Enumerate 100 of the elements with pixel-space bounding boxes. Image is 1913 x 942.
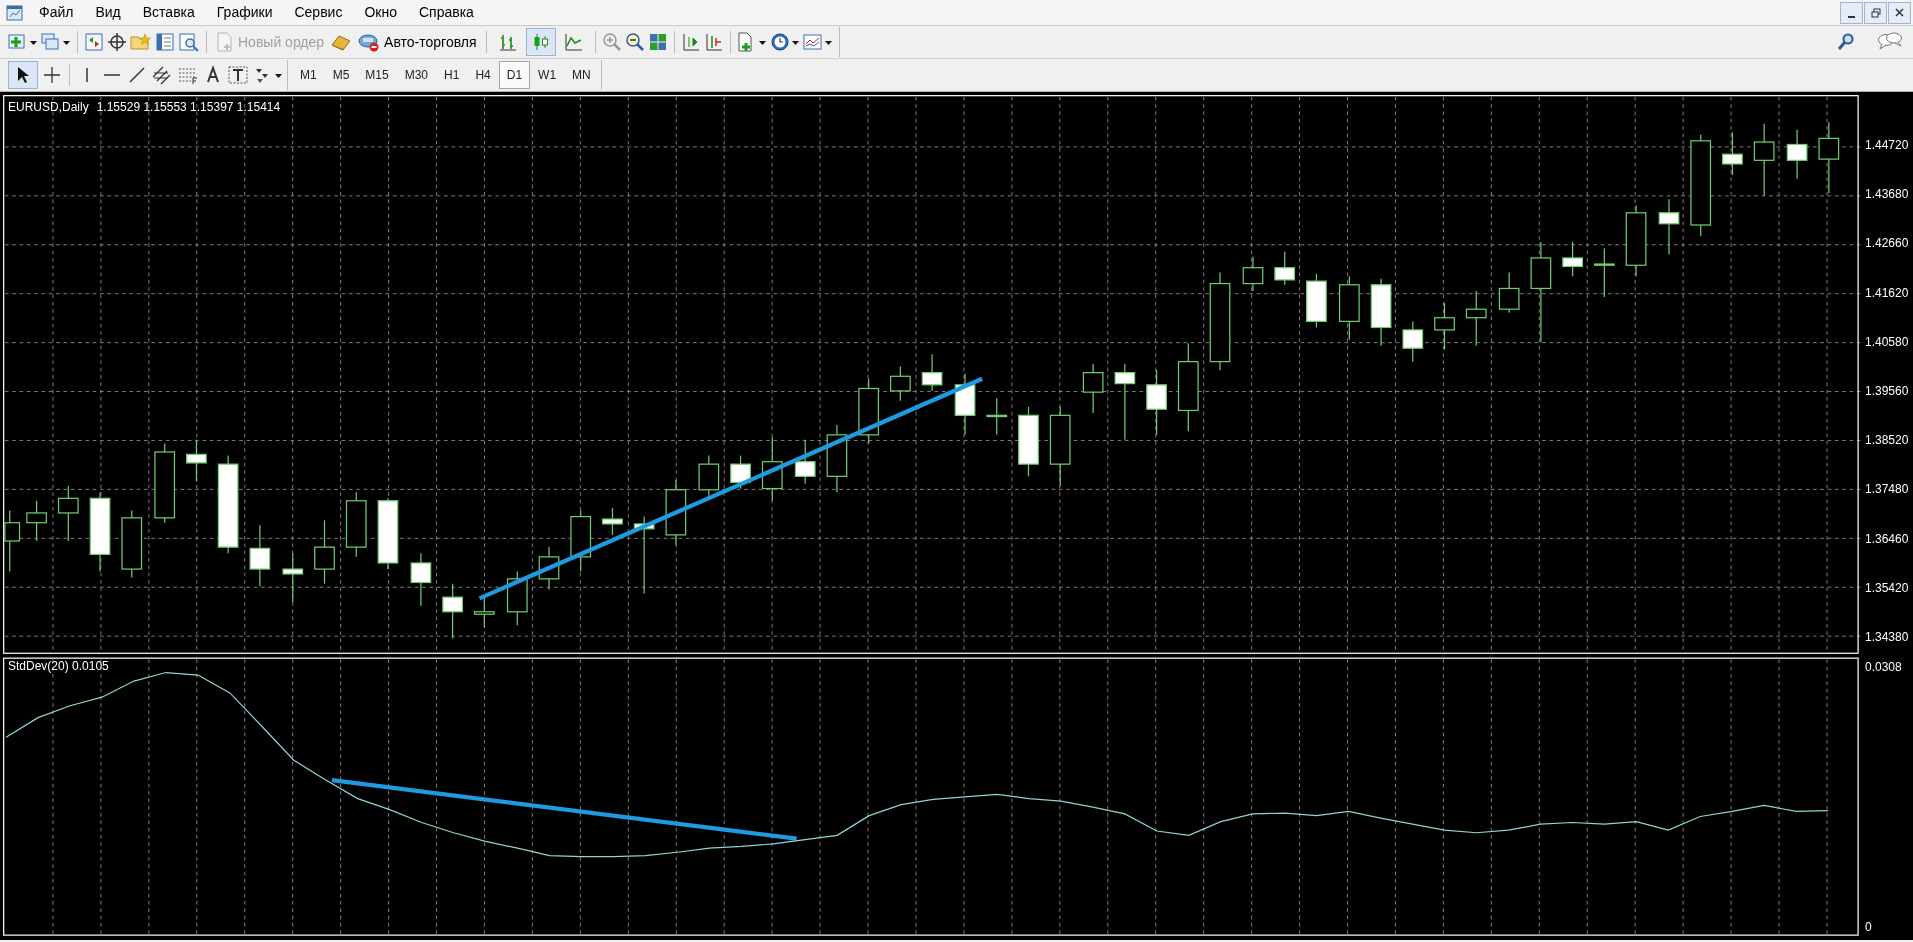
- candlestick: [314, 519, 335, 585]
- restore-button[interactable]: [1864, 1, 1887, 24]
- candlestick: [826, 424, 848, 493]
- candlestick: [1018, 406, 1039, 477]
- price-axis-label: 1.44720: [1865, 138, 1909, 152]
- price-axis-label: 1.37480: [1865, 482, 1909, 497]
- candlestick: [1146, 369, 1167, 436]
- menu-item[interactable]: Вид: [86, 0, 130, 25]
- auto-trading-button[interactable]: Авто-торговля: [355, 29, 480, 55]
- candlestick: [1274, 251, 1296, 286]
- crosshair-tool-icon[interactable]: [42, 65, 62, 85]
- candlestick: [1593, 247, 1615, 298]
- channel-icon[interactable]: [151, 65, 173, 85]
- candlestick: [1434, 302, 1455, 351]
- timeframe-button[interactable]: H4: [467, 61, 499, 89]
- templates-icon[interactable]: [802, 32, 833, 52]
- candlestick: [442, 583, 463, 640]
- price-axis-label: 1.39560: [1865, 383, 1909, 398]
- auto-scroll-icon[interactable]: [703, 32, 724, 52]
- price-axis-label: 1.35420: [1865, 580, 1909, 595]
- cursor-icon[interactable]: [15, 65, 31, 85]
- price-axis-label: 1.43680: [1865, 187, 1909, 202]
- bar-chart-icon: [497, 32, 518, 52]
- menu-item[interactable]: Вставка: [133, 0, 204, 25]
- market-watch-icon[interactable]: [84, 32, 104, 52]
- price-axis-label: 1.36460: [1865, 531, 1909, 546]
- candlestick: [121, 509, 143, 579]
- chat-icon[interactable]: [1877, 32, 1903, 52]
- menu-item[interactable]: Сервис: [285, 0, 352, 25]
- ohlc-values: 1.15529 1.15553 1.15397 1.15414: [96, 99, 281, 116]
- clock-icon[interactable]: [769, 32, 800, 52]
- candlestick: [1562, 241, 1583, 277]
- timeframe-button[interactable]: M1: [292, 61, 325, 89]
- chart-shift-icon[interactable]: [680, 32, 701, 52]
- candlestick: [1786, 129, 1808, 180]
- timeframe-button[interactable]: M5: [324, 61, 358, 89]
- chart-symbol-label: EURUSD,Daily: [8, 99, 89, 116]
- close-icon: [1895, 8, 1904, 17]
- candlestick: [794, 439, 816, 485]
- menu-item[interactable]: Графики: [207, 0, 282, 25]
- price-axis-label: 1.42660: [1865, 236, 1909, 251]
- indicator-axis-label: 0.0308: [1865, 659, 1902, 674]
- trend-line[interactable]: [331, 778, 797, 841]
- candlestick: [282, 552, 304, 603]
- menu-item[interactable]: Файл: [30, 0, 83, 25]
- menu-item[interactable]: Справка: [409, 0, 483, 25]
- price-axis-label: 1.41620: [1865, 285, 1909, 300]
- close-button[interactable]: [1888, 1, 1911, 24]
- candlestick: [1306, 273, 1327, 329]
- price-axis-label: 1.40580: [1865, 334, 1909, 349]
- candlestick: [954, 373, 976, 436]
- candlestick: [4, 509, 21, 573]
- folder-star-icon[interactable]: [130, 32, 152, 52]
- add-chart-icon[interactable]: [8, 32, 38, 52]
- tile-windows-icon[interactable]: [647, 32, 668, 52]
- candlestick: [1402, 320, 1424, 363]
- candlestick: [921, 353, 943, 392]
- timeframe-button[interactable]: MN: [564, 61, 599, 89]
- candlestick: [665, 479, 687, 546]
- document-plus-icon: [216, 32, 234, 52]
- timeframe-button[interactable]: M15: [357, 61, 397, 89]
- zoom-out-icon[interactable]: [624, 32, 645, 52]
- price-axis-label: 1.34380: [1865, 629, 1909, 644]
- indicator-axis-label: 0: [1865, 920, 1872, 934]
- trend-line[interactable]: [478, 376, 983, 601]
- candlestick: [570, 509, 592, 573]
- windows-icon[interactable]: [41, 32, 71, 52]
- candlestick: [986, 397, 1008, 436]
- restore-icon: [1870, 7, 1881, 18]
- candlestick: [186, 439, 207, 482]
- candlestick: [1370, 278, 1392, 347]
- text-label-icon[interactable]: [227, 65, 249, 85]
- line-chart-icon: [563, 32, 584, 52]
- minimize-button[interactable]: [1840, 1, 1863, 24]
- candlestick: [1722, 131, 1743, 176]
- chart-type-button[interactable]: [525, 28, 556, 56]
- candlestick: [1082, 363, 1104, 414]
- tester-icon[interactable]: [178, 32, 200, 52]
- candlestick: [345, 491, 367, 558]
- candlestick: [890, 365, 911, 402]
- candlestick: [1658, 198, 1680, 255]
- price-axis-label: 1.38520: [1865, 433, 1909, 448]
- trend-line-icon[interactable]: [127, 65, 147, 85]
- candlestick: [538, 546, 560, 591]
- candlestick: [1465, 290, 1487, 347]
- candlestick: [249, 524, 271, 587]
- candlestick: [26, 500, 47, 542]
- indicators-icon[interactable]: [736, 32, 767, 52]
- timeframe-button[interactable]: M30: [396, 61, 437, 89]
- terminal-icon[interactable]: [155, 32, 175, 52]
- robot-icon: [358, 32, 381, 52]
- indicator-label: StdDev(20) 0.0105: [8, 658, 109, 675]
- candlestick: [57, 485, 79, 542]
- search-icon[interactable]: [1837, 33, 1855, 51]
- menu-item[interactable]: Окно: [355, 0, 406, 25]
- timeframe-button[interactable]: H1: [436, 61, 468, 89]
- crosshair-icon[interactable]: [107, 32, 127, 52]
- timeframe-button[interactable]: D1: [498, 61, 531, 89]
- candlestick: [473, 595, 495, 629]
- timeframe-button[interactable]: W1: [530, 61, 565, 89]
